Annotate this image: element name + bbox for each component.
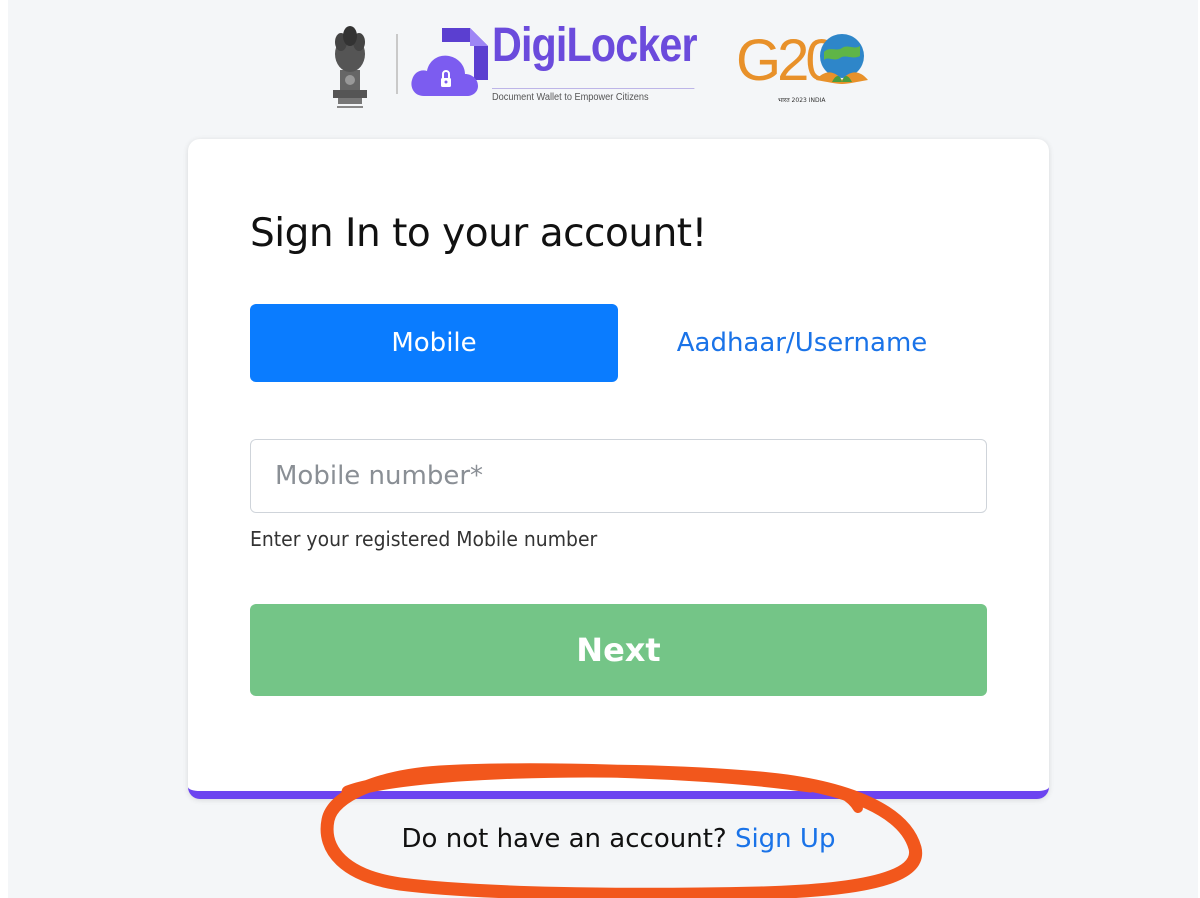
g20-logo: G20 भारत 2023 INDIA — [736, 28, 868, 104]
next-button[interactable]: Next — [250, 604, 987, 696]
signup-link[interactable]: Sign Up — [735, 824, 836, 854]
tab-aadhaar-username[interactable]: Aadhaar/Username — [618, 304, 986, 382]
signup-prompt-text: Do not have an account? — [401, 824, 727, 854]
page-title: Sign In to your account! — [250, 211, 707, 256]
g20-subtext: भारत 2023 INDIA — [778, 97, 826, 104]
brand-tagline: Document Wallet to Empower Citizens — [492, 88, 695, 103]
digilocker-wordmark: DigiLocker — [492, 19, 698, 72]
mobile-helper-text: Enter your registered Mobile number — [250, 527, 598, 551]
digilocker-cloud-icon — [411, 28, 488, 96]
header-logos: DigiLocker Document Wallet to Empower Ci… — [326, 14, 886, 114]
tab-mobile[interactable]: Mobile — [250, 304, 618, 382]
national-emblem-icon — [333, 26, 367, 108]
signup-prompt: Do not have an account? Sign Up — [0, 824, 1200, 854]
page-edge-left — [0, 0, 8, 898]
logo-divider — [396, 34, 398, 94]
signin-card: Sign In to your account! Mobile Aadhaar/… — [188, 139, 1049, 799]
mobile-number-input[interactable] — [250, 439, 987, 513]
